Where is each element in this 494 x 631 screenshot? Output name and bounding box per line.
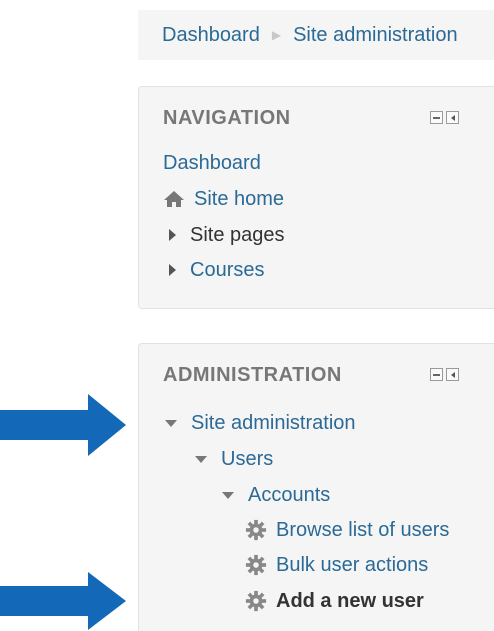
breadcrumb: Dashboard ▶ Site administration bbox=[138, 10, 494, 60]
admin-item-browse-users: Browse list of users bbox=[245, 518, 449, 542]
chevron-right-icon[interactable] bbox=[169, 264, 176, 276]
chevron-down-icon[interactable] bbox=[195, 455, 207, 463]
admin-item-site-administration: Site administration bbox=[165, 411, 356, 435]
nav-item-site-pages[interactable]: Site pages bbox=[169, 223, 285, 247]
arrow-right-icon bbox=[0, 572, 126, 630]
users-link[interactable]: Users bbox=[221, 448, 273, 471]
administration-block: ADMINISTRATION Site administration Users… bbox=[138, 343, 494, 631]
nav-item-courses: Courses bbox=[169, 258, 264, 282]
home-icon bbox=[163, 190, 185, 208]
nav-dashboard-link[interactable]: Dashboard bbox=[163, 152, 261, 175]
nav-item-site-home: Site home bbox=[163, 187, 284, 211]
gear-icon bbox=[245, 519, 267, 541]
nav-site-home-link[interactable]: Site home bbox=[194, 188, 284, 211]
navigation-block: NAVIGATION Dashboard Site home Site page… bbox=[138, 86, 494, 309]
chevron-down-icon[interactable] bbox=[165, 419, 177, 427]
gear-icon bbox=[245, 554, 267, 576]
breadcrumb-site-administration[interactable]: Site administration bbox=[293, 24, 458, 47]
add-new-user-link[interactable]: Add a new user bbox=[276, 590, 424, 613]
nav-item-dashboard: Dashboard bbox=[163, 151, 261, 175]
chevron-down-icon[interactable] bbox=[222, 491, 234, 499]
admin-item-add-user: Add a new user bbox=[245, 589, 424, 613]
gear-icon bbox=[245, 590, 267, 612]
minimize-icon[interactable] bbox=[430, 368, 443, 381]
arrow-right-icon bbox=[0, 394, 126, 456]
breadcrumb-separator-icon: ▶ bbox=[271, 28, 282, 42]
nav-site-pages-label[interactable]: Site pages bbox=[190, 224, 285, 247]
administration-block-controls bbox=[430, 368, 459, 381]
admin-item-users: Users bbox=[195, 447, 273, 471]
nav-courses-link[interactable]: Courses bbox=[190, 259, 264, 282]
navigation-block-controls bbox=[430, 111, 459, 124]
chevron-right-icon[interactable] bbox=[169, 229, 176, 241]
administration-title: ADMINISTRATION bbox=[163, 364, 342, 386]
browse-users-link[interactable]: Browse list of users bbox=[276, 519, 449, 542]
admin-item-bulk-actions: Bulk user actions bbox=[245, 553, 428, 577]
accounts-link[interactable]: Accounts bbox=[248, 484, 330, 507]
admin-item-accounts: Accounts bbox=[222, 483, 330, 507]
site-administration-link[interactable]: Site administration bbox=[191, 412, 356, 435]
dock-icon[interactable] bbox=[446, 368, 459, 381]
bulk-user-actions-link[interactable]: Bulk user actions bbox=[276, 554, 428, 577]
breadcrumb-dashboard[interactable]: Dashboard bbox=[162, 24, 260, 47]
minimize-icon[interactable] bbox=[430, 111, 443, 124]
navigation-title: NAVIGATION bbox=[163, 107, 291, 129]
dock-icon[interactable] bbox=[446, 111, 459, 124]
